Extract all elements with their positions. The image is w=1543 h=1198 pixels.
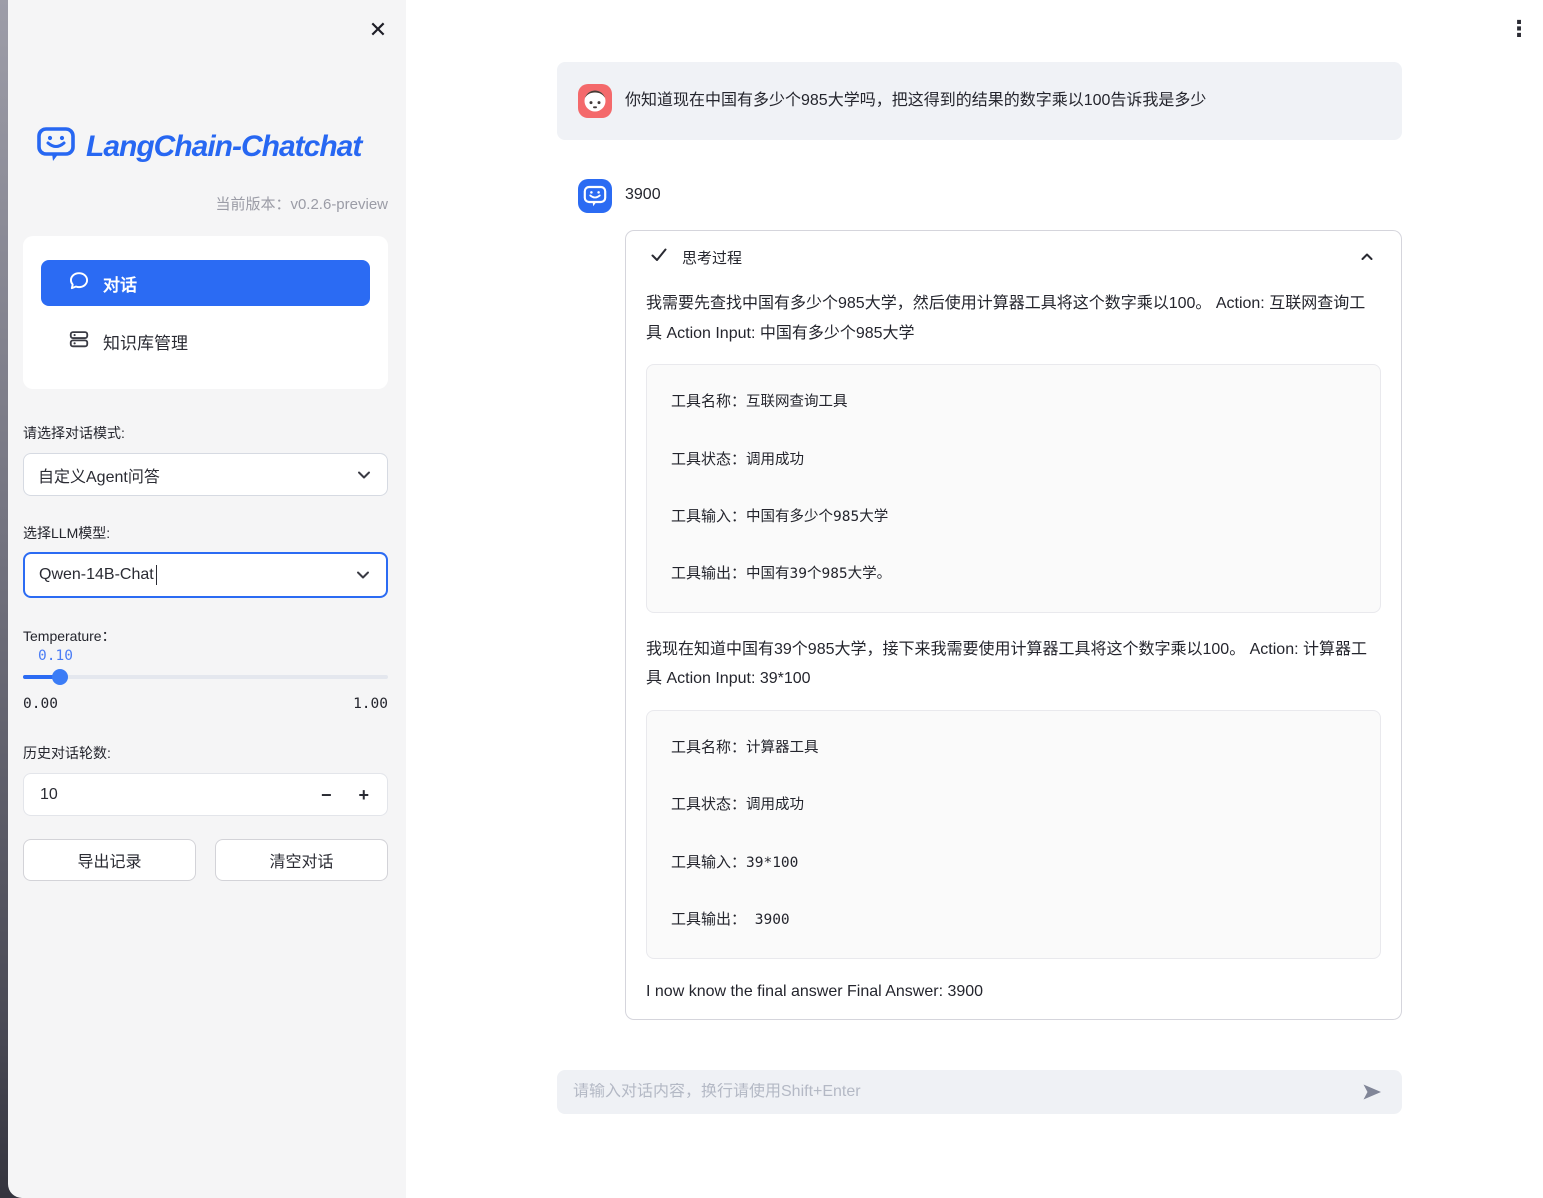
chat-input-bar (557, 1070, 1402, 1114)
slider-max: 1.00 (353, 696, 388, 712)
assistant-answer-text: 3900 (625, 186, 661, 204)
sidebar-close-button[interactable]: ✕ (362, 14, 394, 46)
llm-model-label: 选择LLM模型: (23, 523, 110, 543)
llm-model-select[interactable]: Qwen-14B-Chat (23, 552, 388, 598)
export-history-button[interactable]: 导出记录 (23, 839, 196, 881)
history-rounds-input[interactable]: 10 − + (23, 773, 388, 816)
history-rounds-value: 10 (40, 786, 58, 804)
sidebar: ✕ LangChain-Chatchat 当前版本：v0.2.6-preview (0, 0, 406, 1198)
decrement-button[interactable]: − (321, 786, 332, 804)
thinking-process-expander: 思考过程 我需要先查找中国有多少个985大学，然后使用计算器工具将这个数字乘以1… (625, 230, 1402, 1020)
chat-bubble-icon (68, 270, 90, 297)
check-icon (650, 246, 668, 269)
main-menu-button[interactable]: ⋮ (1505, 12, 1533, 46)
agent-thought-1: 我需要先查找中国有多少个985大学，然后使用计算器工具将这个数字乘以100。 A… (646, 289, 1381, 348)
agent-thought-2: 我现在知道中国有39个985大学，接下来我需要使用计算器工具将这个数字乘以100… (646, 635, 1381, 694)
logo-wordmark: LangChain-Chatchat (86, 130, 361, 164)
chat-bubble-logo-icon (36, 124, 76, 169)
nav-card: 对话 知识库管理 (23, 236, 388, 389)
temperature-slider[interactable] (23, 669, 388, 685)
text-caret (156, 565, 158, 585)
close-icon: ✕ (369, 17, 387, 43)
sidebar-item-dialogue[interactable]: 对话 (41, 260, 370, 306)
clear-dialogue-button[interactable]: 清空对话 (215, 839, 388, 881)
version-text: 当前版本：v0.2.6-preview (215, 193, 388, 214)
dialogue-mode-select[interactable]: 自定义Agent问答 (23, 453, 388, 496)
tool-call-card-1: 工具名称：互联网查询工具 工具状态：调用成功 工具输入：中国有多少个985大学 … (646, 364, 1381, 613)
server-stack-icon (68, 328, 90, 355)
sidebar-item-label: 知识库管理 (103, 329, 188, 354)
temperature-label: Temperature： (23, 626, 116, 646)
user-avatar (578, 84, 612, 118)
expander-body: 我需要先查找中国有多少个985大学，然后使用计算器工具将这个数字乘以100。 A… (626, 289, 1401, 1019)
dialogue-mode-value: 自定义Agent问答 (38, 463, 160, 487)
chevron-up-icon[interactable] (1359, 249, 1375, 265)
send-icon (1360, 1080, 1384, 1104)
sidebar-item-label: 对话 (103, 271, 137, 296)
chevron-down-icon (354, 566, 372, 584)
sidebar-item-knowledge-base[interactable]: 知识库管理 (41, 322, 370, 360)
tool-call-card-2: 工具名称：计算器工具 工具状态：调用成功 工具输入：39*100 工具输出： 3… (646, 710, 1381, 959)
expander-title: 思考过程 (682, 247, 742, 268)
window-edge (0, 0, 8, 1198)
app-window: ✕ LangChain-Chatchat 当前版本：v0.2.6-preview (0, 0, 1543, 1198)
app-logo: LangChain-Chatchat (36, 124, 361, 169)
slider-track[interactable] (23, 675, 388, 679)
llm-model-value: Qwen-14B-Chat (39, 566, 154, 584)
dialogue-mode-label: 请选择对话模式: (23, 423, 125, 443)
expander-header[interactable]: 思考过程 (626, 231, 1401, 283)
chevron-down-icon (355, 466, 373, 484)
slider-range: 0.00 1.00 (23, 696, 388, 712)
chat-area: 你知道现在中国有多少个985大学吗，把这得到的结果的数字乘以100告诉我是多少 … (557, 0, 1402, 1198)
history-rounds-label: 历史对话轮数: (23, 743, 111, 763)
assistant-avatar (578, 179, 612, 213)
chat-input[interactable] (573, 1083, 1356, 1101)
final-answer-text: I now know the final answer Final Answer… (646, 983, 1381, 1001)
send-button[interactable] (1356, 1076, 1388, 1108)
user-message: 你知道现在中国有多少个985大学吗，把这得到的结果的数字乘以100告诉我是多少 (557, 62, 1402, 140)
slider-min: 0.00 (23, 696, 58, 712)
increment-button[interactable]: + (358, 786, 369, 804)
window-corner (8, 1180, 26, 1198)
slider-thumb[interactable] (52, 669, 68, 685)
temperature-value: 0.10 (38, 648, 73, 664)
kebab-menu-icon: ⋮ (1508, 16, 1530, 42)
user-message-text: 你知道现在中国有多少个985大学吗，把这得到的结果的数字乘以100告诉我是多少 (625, 88, 1206, 114)
